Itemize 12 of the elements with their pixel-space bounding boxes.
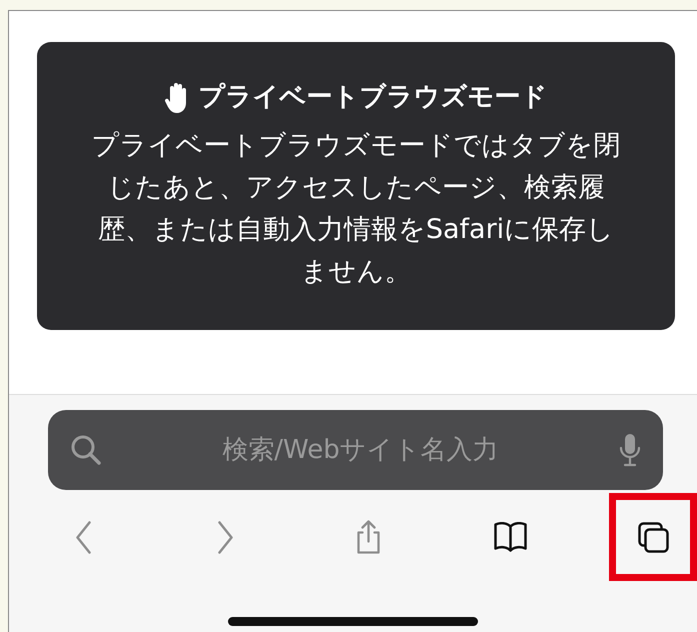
back-icon bbox=[76, 520, 90, 554]
book-icon bbox=[494, 522, 527, 552]
forward-icon bbox=[218, 520, 233, 554]
notice-text: プライベートブラウズモードではタブを閉じたあと、アクセスしたページ、検索履歴、または自動入力情報をSafariに保存しません。 bbox=[90, 129, 622, 289]
share-icon bbox=[356, 520, 380, 554]
tabs-icon bbox=[638, 522, 668, 552]
notice-title: プライベートブラウズモード bbox=[198, 81, 548, 114]
search-field[interactable]: 検索/Webサイト名入力 bbox=[48, 410, 663, 490]
tabs-button[interactable] bbox=[609, 493, 697, 581]
search-icon bbox=[70, 434, 102, 466]
microphone-icon[interactable] bbox=[619, 433, 641, 467]
search-input[interactable]: 検索/Webサイト名入力 bbox=[114, 430, 607, 470]
